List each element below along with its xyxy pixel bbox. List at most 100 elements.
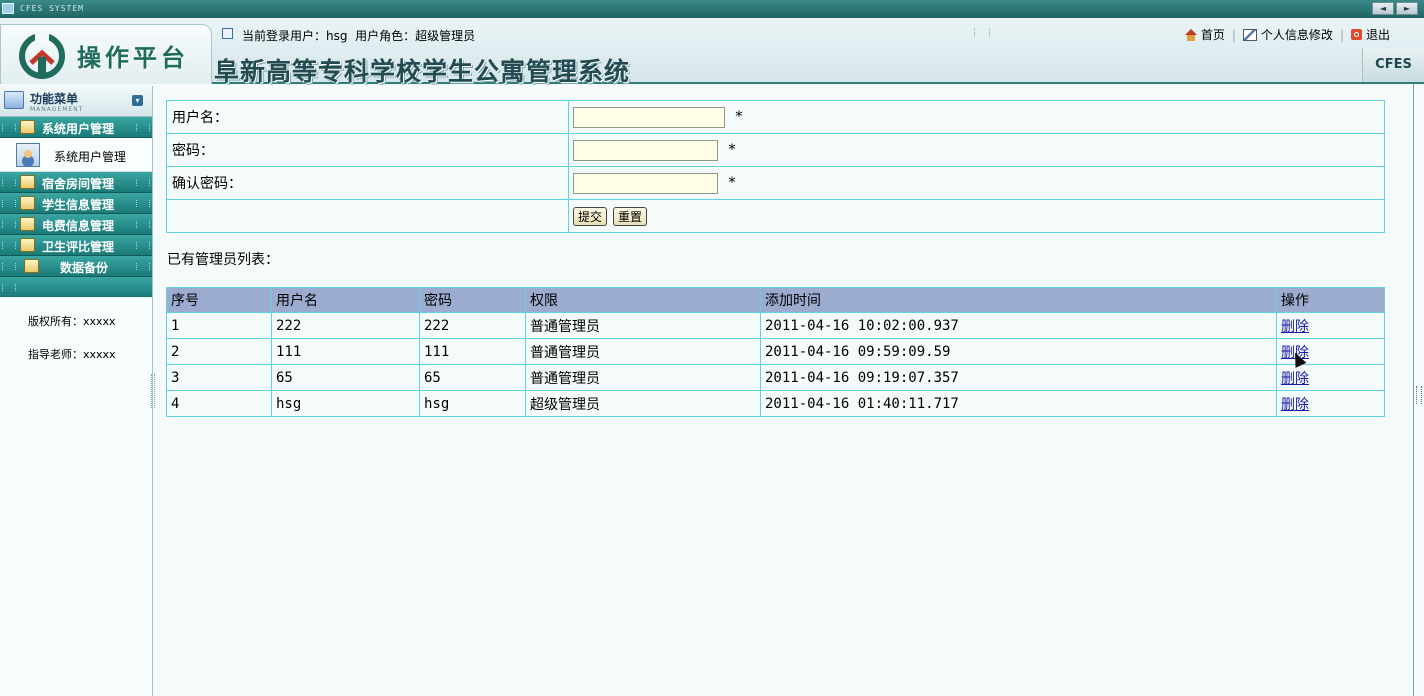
sidebar: 功能菜单 MANAGEMENT ▾ 系统用户管理 系统用户管理 宿舍房间管理 学… xyxy=(0,86,153,696)
sidebar-item-dorm-rooms[interactable]: 宿舍房间管理 xyxy=(0,172,152,193)
required-mark: * xyxy=(728,142,736,158)
cell-action: 删除 xyxy=(1276,364,1385,391)
cell-time: 2011-04-16 01:40:11.717 xyxy=(760,390,1277,417)
cell-time: 2011-04-16 10:02:00.937 xyxy=(760,312,1277,339)
cell-action: 删除 xyxy=(1276,312,1385,339)
column-header: 操作 xyxy=(1276,287,1385,313)
folder-icon xyxy=(20,196,35,210)
nav-buttons: ◄ ► xyxy=(1372,2,1418,15)
table-row: 4 hsg hsg 超级管理员 2011-04-16 01:40:11.717 … xyxy=(166,390,1385,417)
folder-icon xyxy=(20,120,35,134)
username-label: 用户名： xyxy=(166,100,569,134)
logo-icon xyxy=(19,33,65,79)
folder-icon xyxy=(24,259,39,273)
cell-role: 普通管理员 xyxy=(525,312,761,339)
confirm-password-cell: * xyxy=(568,166,1385,200)
cell-password: 65 xyxy=(419,364,526,391)
profile-link[interactable]: 个人信息修改 xyxy=(1261,26,1333,43)
vertical-scrollbar[interactable] xyxy=(1413,84,1424,696)
system-title: 阜新高等专科学校学生公寓管理系统 xyxy=(214,57,631,86)
grip-icon xyxy=(2,221,16,228)
grip-icon xyxy=(2,179,16,186)
delete-link[interactable]: 删除 xyxy=(1281,397,1309,413)
menu-icon xyxy=(4,91,24,109)
grip-icon xyxy=(2,242,16,249)
form-row: 提交 重置 xyxy=(166,199,1385,233)
cell-action: 删除 xyxy=(1276,390,1385,417)
sidebar-item-electricity[interactable]: 电费信息管理 xyxy=(0,214,152,235)
delete-link[interactable]: 删除 xyxy=(1281,319,1309,335)
logo-text: 操作平台 xyxy=(77,43,189,72)
grip-icon xyxy=(136,179,150,186)
grip-icon xyxy=(136,242,150,249)
sidebar-group-label: 宿舍房间管理 xyxy=(42,177,115,191)
submenu-item-system-users[interactable]: 系统用户管理 xyxy=(0,138,152,172)
cell-role: 超级管理员 xyxy=(525,390,761,417)
empty-cell xyxy=(166,199,569,233)
reset-button[interactable]: 重置 xyxy=(613,206,648,226)
confirm-password-label: 确认密码： xyxy=(166,166,569,200)
cell-username: 111 xyxy=(271,338,420,365)
top-links: 首页 | 个人信息修改 | 退出 xyxy=(1184,26,1390,43)
sidebar-group-label: 电费信息管理 xyxy=(42,219,115,233)
app-icon xyxy=(2,3,14,14)
logout-link[interactable]: 退出 xyxy=(1366,26,1390,43)
advisor-text: 指导老师：xxxxx xyxy=(28,348,116,361)
table-header-row: 序号 用户名 密码 权限 添加时间 操作 xyxy=(166,287,1385,313)
cell-id: 3 xyxy=(166,364,272,391)
cell-role: 普通管理员 xyxy=(525,338,761,365)
cell-id: 1 xyxy=(166,312,272,339)
buttons-cell: 提交 重置 xyxy=(568,199,1385,233)
grip-handle xyxy=(974,28,990,37)
folder-icon xyxy=(20,238,35,252)
grip-icon xyxy=(136,200,150,207)
password-field[interactable] xyxy=(573,139,718,161)
column-header: 用户名 xyxy=(271,287,420,313)
link-separator: | xyxy=(1339,27,1344,42)
admin-list-title: 已有管理员列表： xyxy=(167,252,279,268)
grip-icon xyxy=(136,263,150,270)
scrollbar-thumb[interactable] xyxy=(1416,386,1422,404)
cell-password: 222 xyxy=(419,312,526,339)
username-field[interactable] xyxy=(573,106,725,128)
form-row: 确认密码： * xyxy=(166,166,1385,200)
delete-link[interactable]: 删除 xyxy=(1281,371,1309,387)
header: 操作平台 当前登录用户：hsg 用户角色：超级管理员 首页 | 个人信息修改 |… xyxy=(0,18,1424,86)
confirm-password-field[interactable] xyxy=(573,172,718,194)
cfes-badge: CFES xyxy=(1362,48,1424,82)
sidebar-group-label: 学生信息管理 xyxy=(42,198,115,212)
grip-icon xyxy=(2,263,16,270)
user-icon xyxy=(16,143,40,167)
sidebar-item-system-users[interactable]: 系统用户管理 xyxy=(0,117,152,138)
home-icon xyxy=(1184,28,1197,41)
submit-button[interactable]: 提交 xyxy=(573,206,608,226)
scroll-left-icon[interactable]: ◄ xyxy=(1372,2,1394,15)
table-row: 3 65 65 普通管理员 2011-04-16 09:19:07.357 删除 xyxy=(166,364,1385,391)
add-admin-form: 用户名： * 密码： * 确认密码： * 提交 重置 xyxy=(166,100,1385,233)
home-link[interactable]: 首页 xyxy=(1201,26,1225,43)
folder-icon xyxy=(20,217,35,231)
sidebar-item-student-info[interactable]: 学生信息管理 xyxy=(0,193,152,214)
grip-icon xyxy=(136,124,150,131)
current-user-info: 当前登录用户：hsg 用户角色：超级管理员 xyxy=(242,29,476,43)
required-mark: * xyxy=(735,109,743,125)
table-row: 2 111 111 普通管理员 2011-04-16 09:59:09.59 删… xyxy=(166,338,1385,365)
sidebar-item-hygiene[interactable]: 卫生评比管理 xyxy=(0,235,152,256)
main-content: 用户名： * 密码： * 确认密码： * 提交 重置 已有管理员列表： 序号 用… xyxy=(155,86,1413,696)
column-header: 序号 xyxy=(166,287,272,313)
sidebar-item-backup[interactable]: 数据备份 xyxy=(0,256,152,277)
grip-icon xyxy=(2,200,16,207)
menu-subtitle: MANAGEMENT xyxy=(30,106,84,113)
scroll-right-icon[interactable]: ► xyxy=(1396,2,1418,15)
column-header: 密码 xyxy=(419,287,526,313)
username-cell: * xyxy=(568,100,1385,134)
logo-area: 操作平台 xyxy=(0,24,212,84)
document-icon xyxy=(222,28,233,39)
cell-id: 4 xyxy=(166,390,272,417)
menu-header: 功能菜单 MANAGEMENT ▾ xyxy=(0,86,152,117)
menu-footer xyxy=(0,277,152,297)
collapse-menu-icon[interactable]: ▾ xyxy=(132,95,143,106)
sidebar-group-label: 数据备份 xyxy=(60,261,109,275)
sidebar-group-label: 系统用户管理 xyxy=(42,122,115,136)
edit-profile-icon xyxy=(1242,28,1257,41)
